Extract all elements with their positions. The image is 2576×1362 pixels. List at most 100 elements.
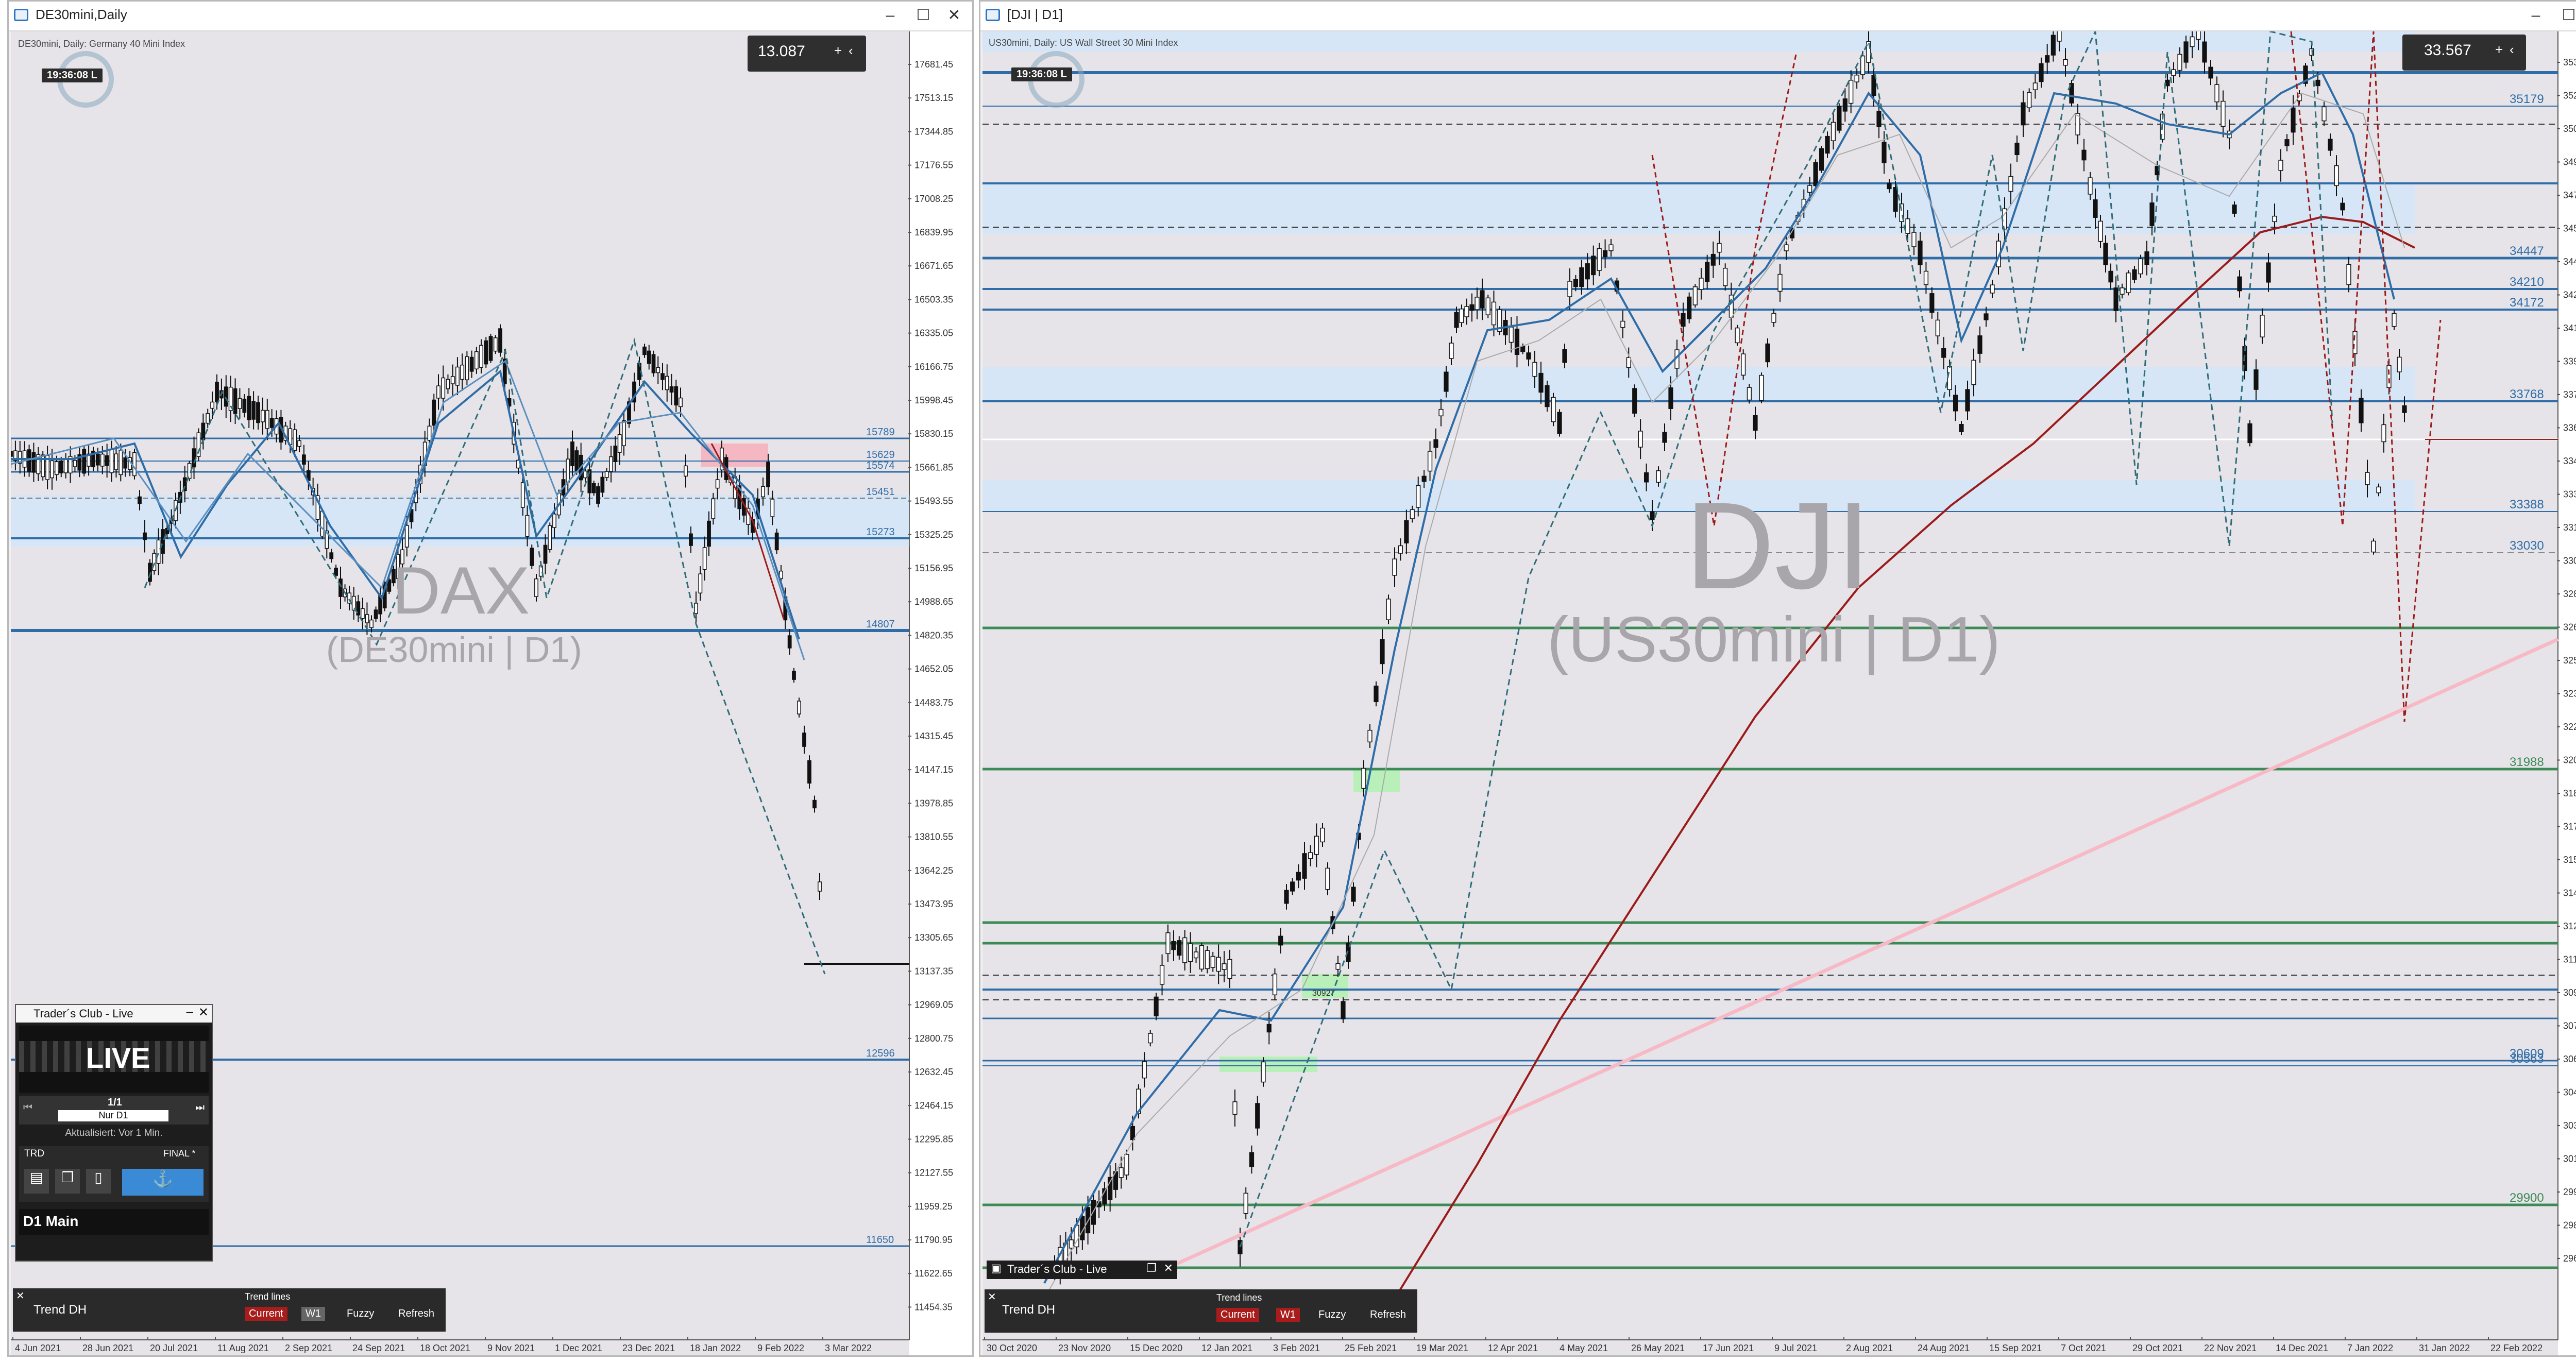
main-selector[interactable]: D1 Main <box>19 1209 209 1235</box>
pager-next-icon[interactable]: ⏭ <box>195 1102 205 1114</box>
candle-body <box>2321 106 2327 122</box>
traders-club-collapsed[interactable]: ▣ Trader´s Club - Live ❐ ✕ <box>987 1261 1177 1279</box>
w1-button[interactable]: W1 <box>1276 1308 1300 1322</box>
refresh-button[interactable]: Refresh <box>1366 1308 1410 1322</box>
candle-body <box>27 449 31 472</box>
database-icon[interactable]: ▯ <box>86 1169 111 1194</box>
close-icon[interactable]: ✕ <box>16 1289 25 1302</box>
trade-toolbar[interactable]: TRD FINAL * ▤ ❐ ▯ ⚓ <box>19 1146 209 1202</box>
candle-body <box>2113 287 2119 311</box>
right-chart-window[interactable]: [DJI | D1] – ☐ ✕ 35179 34447 34210 34172 337… <box>979 0 2576 1357</box>
anchor-button[interactable]: ⚓ <box>122 1169 204 1196</box>
dji-chart-area[interactable]: 35179 34447 34210 34172 33768 33388 33030 31988… <box>982 31 2576 1356</box>
trend-toolbar[interactable]: ✕ Trend DH Trend lines Current W1 Fuzzy … <box>13 1288 446 1332</box>
candle-body <box>530 548 534 566</box>
candle-body <box>265 410 269 429</box>
dji-x-tick-label: 22 Feb 2022 <box>2490 1343 2543 1353</box>
candle-body <box>1819 148 1824 171</box>
expand-icon[interactable]: + <box>2495 42 2503 58</box>
candle-body <box>2381 424 2386 442</box>
close-button[interactable]: ✕ <box>198 1005 209 1020</box>
candle-body <box>679 397 683 407</box>
dax-price-box[interactable]: 13.087 + ‹ <box>748 36 866 72</box>
right-window-titlebar[interactable]: [DJI | D1] – ☐ ✕ <box>980 2 2576 31</box>
left-window-titlebar[interactable]: DE30mini,Daily – ☐ ✕ <box>9 2 972 31</box>
restore-icon[interactable]: ❐ <box>1146 1262 1157 1275</box>
dji-y-tick-label: 33482.00 <box>2563 456 2576 466</box>
dax-y-tick-label: 16839.95 <box>914 227 953 237</box>
candle-body <box>2057 31 2062 42</box>
dax-y-tick-label: 17344.85 <box>914 126 953 137</box>
pager[interactable]: ⏮ 1/1 Nur D1 ⏭ <box>19 1096 209 1125</box>
candle-body <box>1374 685 1379 703</box>
candle-body <box>1941 348 1946 358</box>
maximize-button[interactable]: ☐ <box>908 4 938 27</box>
filter-select[interactable]: Nur D1 <box>58 1110 168 1121</box>
candle-body <box>1118 1167 1124 1178</box>
candle-body <box>1199 945 1205 970</box>
candle-body <box>1759 374 1764 401</box>
candle-body <box>2063 59 2068 66</box>
candle-body <box>702 547 707 570</box>
trend-toolbar[interactable]: ✕ Trend DH Trend lines Current W1 Fuzzy … <box>985 1289 1417 1333</box>
candle-body <box>609 456 613 472</box>
chevron-left-icon[interactable]: ‹ <box>2510 42 2514 58</box>
candle-body <box>469 356 474 372</box>
candle-body <box>1876 111 1882 127</box>
candle-body <box>669 386 674 393</box>
windows-icon[interactable]: ❐ <box>55 1169 80 1194</box>
candle-body <box>1860 55 1866 75</box>
close-icon[interactable]: ✕ <box>988 1290 996 1303</box>
fuzzy-button[interactable]: Fuzzy <box>1314 1308 1350 1322</box>
left-chart-window[interactable]: DE30mini,Daily – ☐ ✕ 15789 15629 15574 1545… <box>7 0 974 1357</box>
dji-price-box[interactable]: 33.567 + ‹ <box>2402 35 2526 71</box>
dji-y-tick-label: 31738.00 <box>2563 822 2576 832</box>
minimize-button[interactable]: – <box>187 1005 193 1019</box>
candle-body <box>1687 296 1692 319</box>
candle-body <box>1893 187 1898 212</box>
candle-body <box>1216 957 1221 972</box>
candle-body <box>2165 79 2170 87</box>
candle-body <box>1148 1033 1153 1044</box>
traders-club-titlebar[interactable]: Trader´s Club - Live – ✕ <box>16 1005 212 1023</box>
dji-price-chart[interactable]: 35179 34447 34210 34172 33768 33388 33030 31988… <box>982 31 2576 1356</box>
document-icon[interactable]: ▤ <box>24 1169 49 1194</box>
pager-prev-icon[interactable]: ⏮ <box>23 1102 32 1114</box>
candle-body <box>2402 405 2407 413</box>
candle-body <box>1404 520 1409 543</box>
chevron-left-icon[interactable]: ‹ <box>849 43 853 59</box>
dax-chart-area[interactable]: 15789 15629 15574 15451 15273 14807 12596 11650… <box>11 31 972 1355</box>
candle-body <box>484 340 488 365</box>
fuzzy-button[interactable]: Fuzzy <box>343 1307 378 1321</box>
candle-body <box>1929 293 1935 313</box>
candle-body <box>2266 262 2271 283</box>
candle-body <box>493 337 498 352</box>
current-button[interactable]: Current <box>1216 1308 1259 1322</box>
candle-body <box>604 471 609 478</box>
traders-club-panel[interactable]: Trader´s Club - Live – ✕ LIVE ⏮ 1/1 Nur … <box>15 1004 213 1262</box>
refresh-button[interactable]: Refresh <box>394 1307 438 1321</box>
candle-body <box>2247 423 2252 444</box>
maximize-button[interactable]: ☐ <box>2554 4 2576 27</box>
close-button[interactable]: ✕ <box>939 4 969 27</box>
dji-y-tick-label: 34909.00 <box>2563 157 2576 167</box>
supply-zone-upper <box>982 183 2415 234</box>
close-button[interactable]: ✕ <box>1164 1262 1173 1275</box>
current-button[interactable]: Current <box>245 1307 287 1321</box>
w1-button[interactable]: W1 <box>301 1307 325 1321</box>
minimize-button[interactable]: – <box>2521 4 2551 27</box>
candle-body <box>1831 122 1836 141</box>
dax-y-tick-label: 15998.45 <box>914 395 953 405</box>
candle-body <box>329 552 334 559</box>
dji-level-label: 34210 <box>2510 275 2544 289</box>
candle-body <box>210 401 215 409</box>
candle-body <box>2050 35 2056 56</box>
expand-icon[interactable]: + <box>834 43 842 59</box>
candle-body <box>1650 511 1655 520</box>
dji-y-tick-label: 35225.00 <box>2563 91 2576 101</box>
dji-y-tick-label: 32372.00 <box>2563 689 2576 699</box>
candle-body <box>1427 451 1433 472</box>
minimize-button[interactable]: – <box>875 4 905 27</box>
dji-y-tick-label: 33323.00 <box>2563 489 2576 500</box>
candle-body <box>1953 395 1958 412</box>
